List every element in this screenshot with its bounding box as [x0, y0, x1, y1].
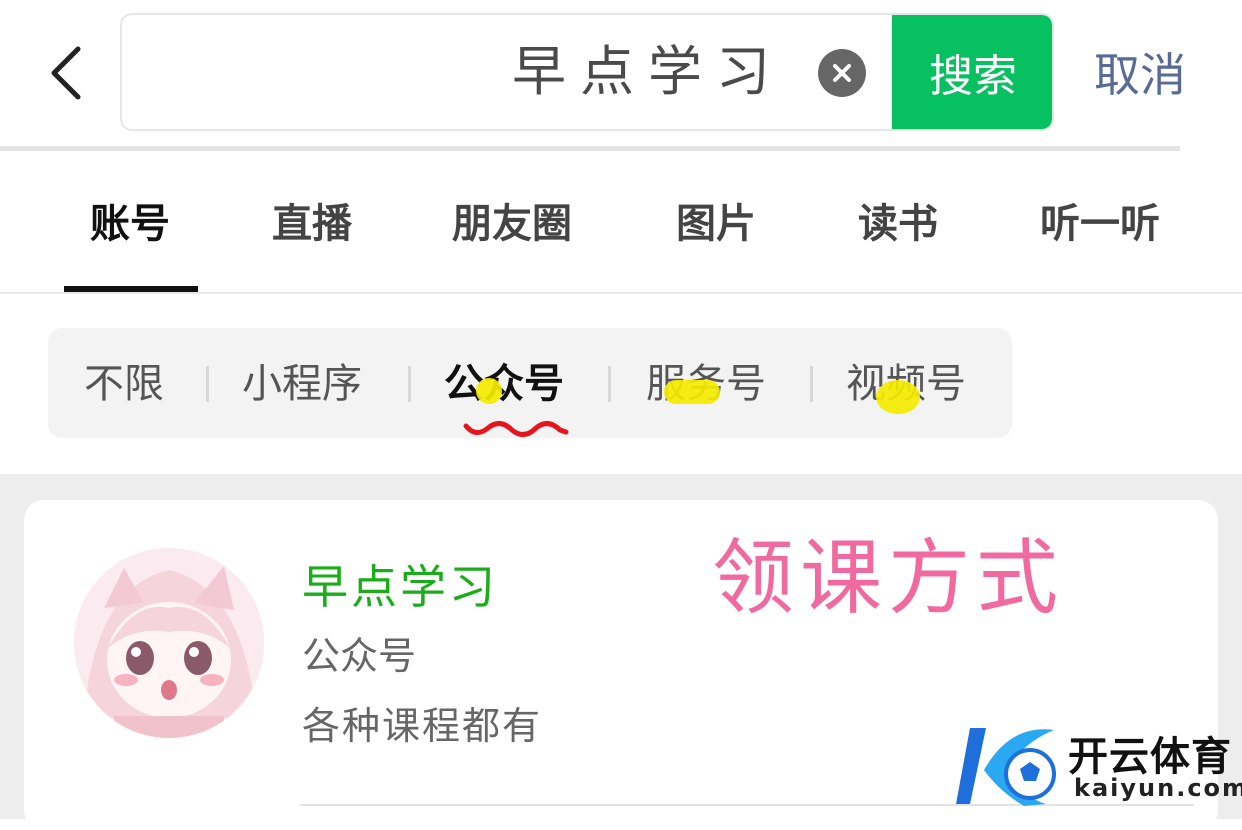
tab-moments[interactable]: 朋友圈: [452, 194, 572, 254]
filter-official-account[interactable]: 公众号: [444, 356, 564, 412]
filter-separator: [810, 366, 813, 402]
header-divider: [0, 146, 1180, 151]
anime-girl-avatar-icon: [74, 548, 264, 738]
tab-live[interactable]: 直播: [272, 194, 352, 254]
close-icon: [833, 64, 851, 82]
watermark-logo: 开云体育 kaiyun.com: [950, 718, 1242, 814]
filter-all[interactable]: 不限: [84, 356, 164, 412]
account-description: 各种课程都有: [302, 704, 543, 748]
tab-reading[interactable]: 读书: [858, 194, 938, 254]
filter-separator: [408, 366, 411, 402]
tab-images[interactable]: 图片: [676, 194, 756, 254]
avatar: [74, 548, 264, 738]
yellow-highlight-mark: [476, 378, 502, 404]
filter-separator: [608, 366, 611, 402]
search-box: 搜索: [120, 13, 1054, 131]
red-underline-scribble: [463, 421, 569, 437]
tab-listen[interactable]: 听一听: [1040, 194, 1160, 254]
tabs-divider: [0, 292, 1242, 294]
tab-bar: 账号 直播 朋友圈 图片 读书 听一听: [0, 152, 1242, 292]
watermark-name-en: kaiyun.com: [1074, 774, 1242, 802]
back-button[interactable]: [38, 38, 94, 108]
clear-search-button[interactable]: [818, 49, 866, 97]
account-name: 早点学习: [302, 560, 498, 614]
tab-account[interactable]: 账号: [90, 194, 170, 254]
cancel-button[interactable]: 取消: [1094, 42, 1186, 108]
chevron-left-icon: [51, 46, 81, 100]
yellow-highlight-mark: [664, 380, 720, 404]
filter-mini-program[interactable]: 小程序: [242, 356, 362, 412]
account-type: 公众号: [302, 634, 417, 678]
pink-annotation-text: 领课方式: [712, 531, 1065, 626]
filter-separator: [206, 366, 209, 402]
search-input[interactable]: [122, 15, 894, 129]
search-button[interactable]: 搜索: [892, 15, 1052, 129]
kaiyun-logo-icon: [956, 728, 1056, 806]
yellow-highlight-mark: [876, 380, 920, 414]
